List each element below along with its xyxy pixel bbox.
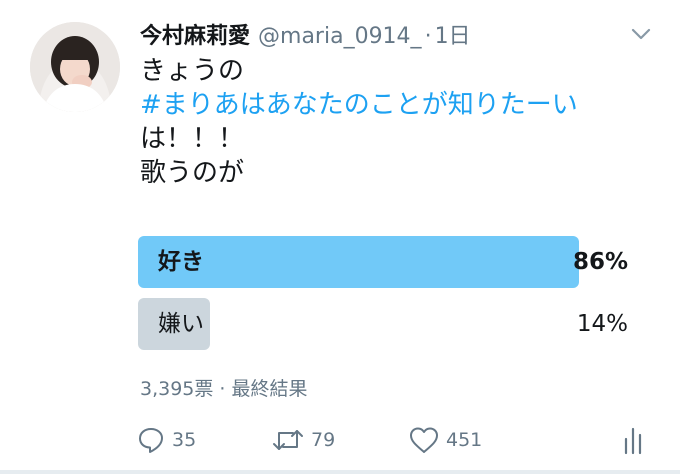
like-button[interactable]: 451: [408, 422, 482, 458]
reply-button[interactable]: 35: [136, 422, 196, 458]
analytics-icon: [624, 427, 642, 455]
tweet-text-line: きょうの: [140, 56, 245, 86]
poll-option-like: 好き 86%: [138, 236, 638, 288]
like-count: 451: [446, 429, 483, 451]
avatar[interactable]: [30, 22, 120, 112]
author-handle[interactable]: @maria_0914_: [258, 24, 422, 49]
tweet-timestamp[interactable]: 1日: [435, 18, 471, 50]
poll-option-percent: 14%: [576, 311, 628, 337]
separator-dot: ·: [424, 24, 432, 49]
tweet-actions: 35 79 451: [136, 422, 656, 458]
retweet-button[interactable]: 79: [271, 422, 335, 458]
avatar-photo-icon: [30, 22, 120, 112]
tweet-text-line: 歌うのが: [140, 158, 245, 188]
author-name[interactable]: 今村麻莉愛: [140, 18, 250, 50]
heart-icon: [410, 427, 438, 453]
poll-option-dislike: 嫌い 14%: [138, 298, 638, 350]
tweet-header: 今村麻莉愛 @maria_0914_ · 1日: [140, 18, 471, 52]
chevron-down-icon[interactable]: [630, 26, 652, 42]
tweet-text: きょうの #まりあはあなたのことが知りたーい は！！！ 歌うのが: [140, 54, 578, 190]
retweet-icon: [273, 430, 303, 450]
poll-option-label: 好き: [158, 249, 204, 275]
poll-option-label: 嫌い: [158, 311, 204, 337]
tweet-text-line: は！！！: [140, 124, 245, 154]
retweet-count: 79: [311, 429, 336, 451]
divider: [0, 470, 680, 474]
hashtag-link[interactable]: #まりあはあなたのことが知りたーい: [140, 88, 578, 122]
poll-option-percent: 86%: [572, 249, 628, 275]
reply-count: 35: [172, 429, 197, 451]
poll-bar: [138, 236, 579, 288]
reply-icon: [139, 428, 163, 453]
poll-meta: 3,395票 · 最終結果: [140, 378, 308, 400]
analytics-button[interactable]: [622, 422, 654, 458]
